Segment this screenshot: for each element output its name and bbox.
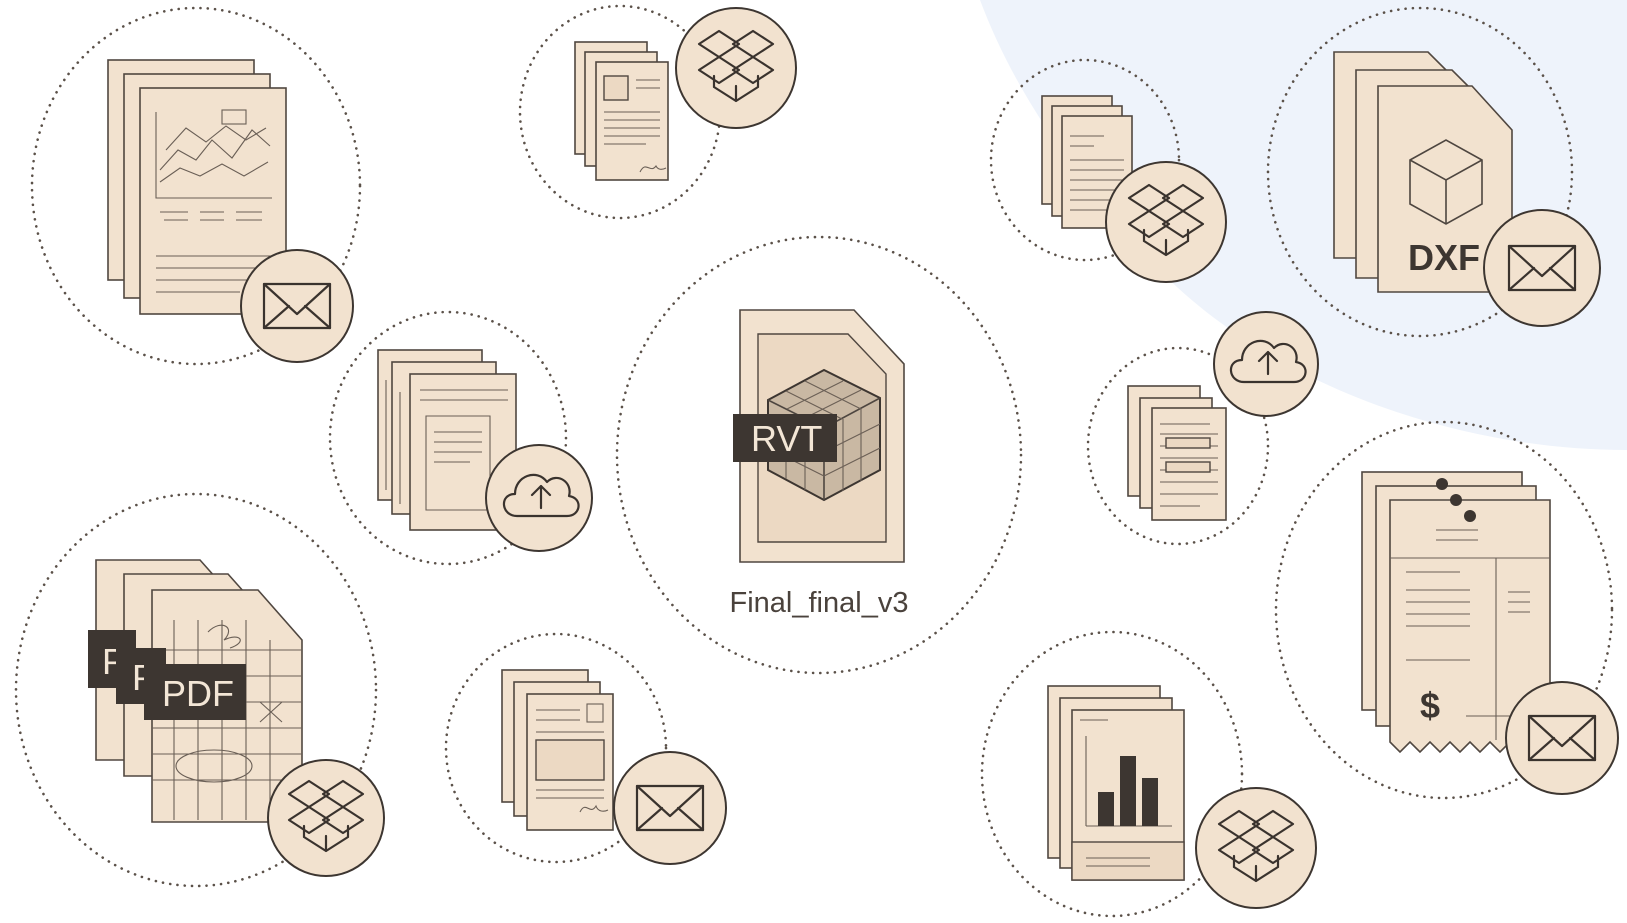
rvt-tag: RVT xyxy=(751,418,822,459)
pdf-tag: PDF xyxy=(162,673,234,714)
report-stack-envelope-group xyxy=(30,6,362,366)
currency-symbol: $ xyxy=(1420,685,1440,726)
file-sharing-illustration: P P PDF RVT Final_final_v3 xyxy=(14,0,1627,918)
receipt-stack-envelope-group: $ xyxy=(1274,420,1619,800)
form-stack-cloud-group xyxy=(328,310,593,566)
badge xyxy=(613,751,727,865)
signed-doc-dropbox-group xyxy=(518,4,797,220)
badge xyxy=(240,249,354,363)
dxf-label: DXF xyxy=(1408,237,1480,278)
file-name-label: Final_final_v3 xyxy=(730,587,909,619)
badge xyxy=(1483,209,1601,327)
center-rvt-file-group: RVT Final_final_v3 xyxy=(615,235,1023,675)
signed-form-envelope-group xyxy=(444,632,727,865)
chart-doc-dropbox-group xyxy=(980,630,1317,918)
list-doc-cloud-group xyxy=(1086,311,1319,546)
pdf-stack-dropbox-group: P P PDF xyxy=(14,492,385,888)
badge xyxy=(1505,681,1619,795)
